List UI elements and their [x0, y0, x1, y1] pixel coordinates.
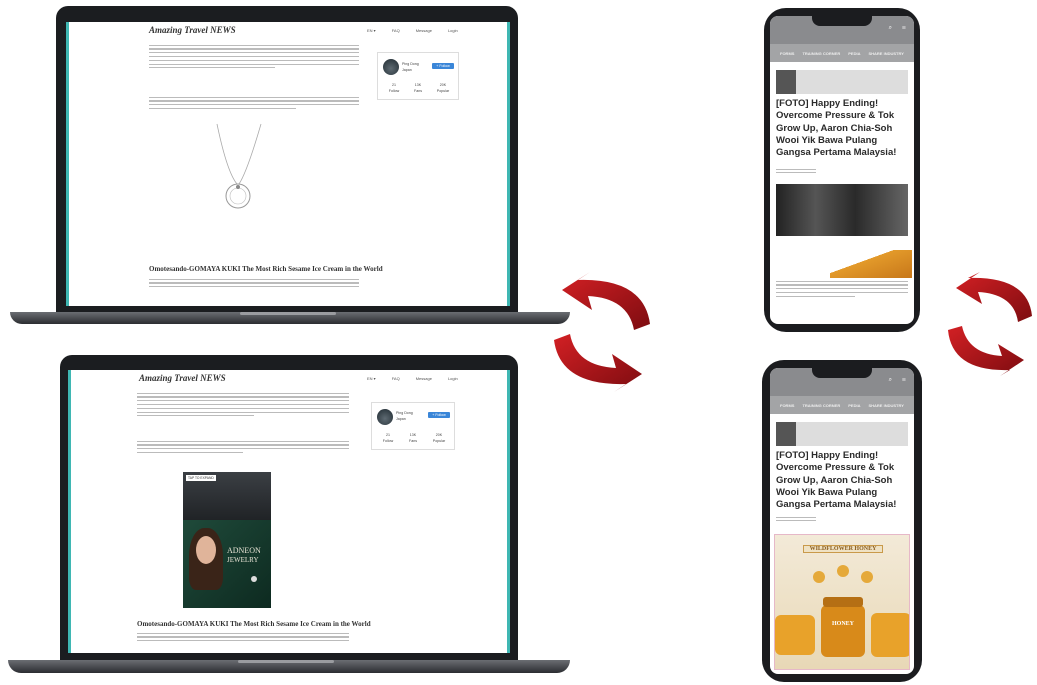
honey-jar [821, 605, 865, 657]
article-photo[interactable] [776, 184, 908, 236]
ad-model-face-front [196, 536, 216, 564]
stat-popular-value: 20K [439, 83, 447, 87]
honey-drop-1 [813, 571, 825, 583]
honey-ad[interactable]: WILDFLOWER HONEY HONEY [774, 534, 910, 670]
stat-follow-label: Follow [382, 439, 394, 443]
refresh-arrow-icon-mobile [948, 272, 1032, 376]
stat-fans-label: Fans [414, 89, 422, 93]
article-meta [776, 516, 816, 523]
laptop-top-screen: Amazing Travel NEWS EN ▾ FAQ Message Log… [66, 22, 510, 306]
profile-name: Ping Dong [402, 62, 419, 66]
nav-language[interactable]: EN ▾ [367, 376, 376, 381]
honey-drop-2 [837, 565, 849, 577]
stat-popular-value: 20K [435, 433, 443, 437]
honey-ad-banner: WILDFLOWER HONEY [803, 545, 883, 553]
nav-share[interactable]: SHARE INDUSTRY [868, 403, 903, 408]
nav-login[interactable]: Login [448, 28, 458, 33]
ad-brand-name-2: JEWELRY [227, 556, 259, 564]
refresh-arrow-icon [554, 272, 650, 392]
nav-pedia[interactable]: PEDIA [848, 403, 860, 408]
honey-jar-lid [823, 597, 863, 607]
profile-card: Ping Dong Japan + Follow 21 Follow 13K F… [371, 402, 455, 450]
article-meta [776, 168, 816, 175]
stat-fans-label: Fans [409, 439, 417, 443]
article-headline[interactable]: [FOTO] Happy Ending! Overcome Pressure &… [776, 98, 910, 159]
ad-pendant [251, 576, 257, 582]
phone-nav: FORMS TRAINING CORNER PEDIA SHARE INDUST… [770, 396, 914, 414]
article-body-3 [149, 276, 359, 306]
stat-fans-value: 13K [414, 83, 422, 87]
site-title[interactable]: Amazing Travel NEWS [149, 25, 236, 35]
article-body-1 [149, 42, 359, 98]
honey-jar-label: HONEY [831, 621, 854, 627]
site-header: Amazing Travel NEWS EN ▾ FAQ Message Log… [71, 370, 507, 386]
necklace-image [216, 123, 262, 209]
nav-message[interactable]: Message [416, 376, 432, 381]
nav-share[interactable]: SHARE INDUSTRY [868, 51, 903, 56]
site-title[interactable]: Amazing Travel NEWS [139, 373, 226, 383]
phone-bottom: ⌕ ≡ FORMS TRAINING CORNER PEDIA SHARE IN… [762, 360, 922, 682]
nav-message[interactable]: Message [416, 28, 432, 33]
honey-dipper-image [830, 250, 912, 278]
article-body [776, 278, 908, 324]
stat-popular-label: Popular [436, 89, 450, 93]
laptop-bottom: Amazing Travel NEWS EN ▾ FAQ Message Log… [0, 355, 580, 685]
profile-card: Ping Dong Japan + Follow 21 Follow 13K F… [377, 52, 459, 100]
sponsor-banner[interactable] [776, 422, 908, 446]
article-heading[interactable]: Omotesando-GOMAYA KUKI The Most Rich Ses… [149, 265, 383, 273]
profile-location: Japan [402, 68, 412, 72]
search-icon[interactable]: ⌕ [889, 25, 892, 32]
follow-button[interactable]: + Follow [428, 412, 450, 418]
profile-avatar[interactable] [377, 409, 393, 425]
site-nav: EN ▾ FAQ Message Login [367, 28, 458, 33]
phone-top: ⌕ ≡ FORMS TRAINING CORNER PEDIA SHARE IN… [764, 8, 920, 332]
nav-training[interactable]: TRAINING CORNER [802, 403, 840, 408]
profile-name: Ping Dong [396, 411, 413, 415]
nav-faq[interactable]: FAQ [392, 28, 400, 33]
phone-bottom-notch [812, 368, 872, 378]
article-body-3 [137, 630, 349, 653]
honeycomb-left [775, 615, 815, 655]
laptop-bottom-screen: Amazing Travel NEWS EN ▾ FAQ Message Log… [68, 370, 510, 653]
nav-faq[interactable]: FAQ [392, 376, 400, 381]
sponsor-banner[interactable] [776, 70, 908, 94]
nav-training[interactable]: TRAINING CORNER [802, 51, 840, 56]
profile-location: Japan [396, 417, 406, 421]
article-headline[interactable]: [FOTO] Happy Ending! Overcome Pressure &… [776, 450, 910, 511]
site-header: Amazing Travel NEWS EN ▾ FAQ Message Log… [69, 22, 507, 38]
laptop-top: Amazing Travel NEWS EN ▾ FAQ Message Log… [0, 0, 580, 335]
search-icon[interactable]: ⌕ [889, 377, 892, 384]
stat-popular-label: Popular [432, 439, 446, 443]
phone-top-notch [812, 16, 872, 26]
ad-expand-tag[interactable]: TAP TO EXPAND [186, 475, 216, 481]
stat-follow-label: Follow [388, 89, 400, 93]
menu-icon[interactable]: ≡ [902, 24, 906, 32]
phone-nav: FORMS TRAINING CORNER PEDIA SHARE INDUST… [770, 44, 914, 62]
article-body-2 [137, 438, 349, 468]
article-body-2 [149, 94, 359, 124]
honeycomb-right [871, 613, 909, 657]
nav-pedia[interactable]: PEDIA [848, 51, 860, 56]
honey-drop-3 [861, 571, 873, 583]
site-nav: EN ▾ FAQ Message Login [367, 376, 458, 381]
menu-icon[interactable]: ≡ [902, 376, 906, 384]
follow-button[interactable]: + Follow [432, 63, 454, 69]
ad-brand-name: ADNEON [227, 546, 261, 555]
laptop-bottom-trackpad-notch [238, 660, 334, 663]
laptop-top-trackpad-notch [240, 312, 336, 315]
nav-forms[interactable]: FORMS [780, 403, 794, 408]
article-heading[interactable]: Omotesando-GOMAYA KUKI The Most Rich Ses… [137, 620, 371, 628]
stat-fans-value: 13K [409, 433, 417, 437]
nav-forms[interactable]: FORMS [780, 51, 794, 56]
article-body-1 [137, 390, 349, 440]
profile-avatar[interactable] [383, 59, 399, 75]
phone-top-screen: ⌕ ≡ FORMS TRAINING CORNER PEDIA SHARE IN… [770, 16, 914, 324]
nav-language[interactable]: EN ▾ [367, 28, 376, 33]
stat-follow-value: 21 [386, 433, 390, 437]
phone-bottom-screen: ⌕ ≡ FORMS TRAINING CORNER PEDIA SHARE IN… [770, 368, 914, 674]
jewelry-ad[interactable]: TAP TO EXPAND ADNEON JEWELRY [183, 472, 271, 608]
nav-login[interactable]: Login [448, 376, 458, 381]
stat-follow-value: 21 [392, 83, 396, 87]
